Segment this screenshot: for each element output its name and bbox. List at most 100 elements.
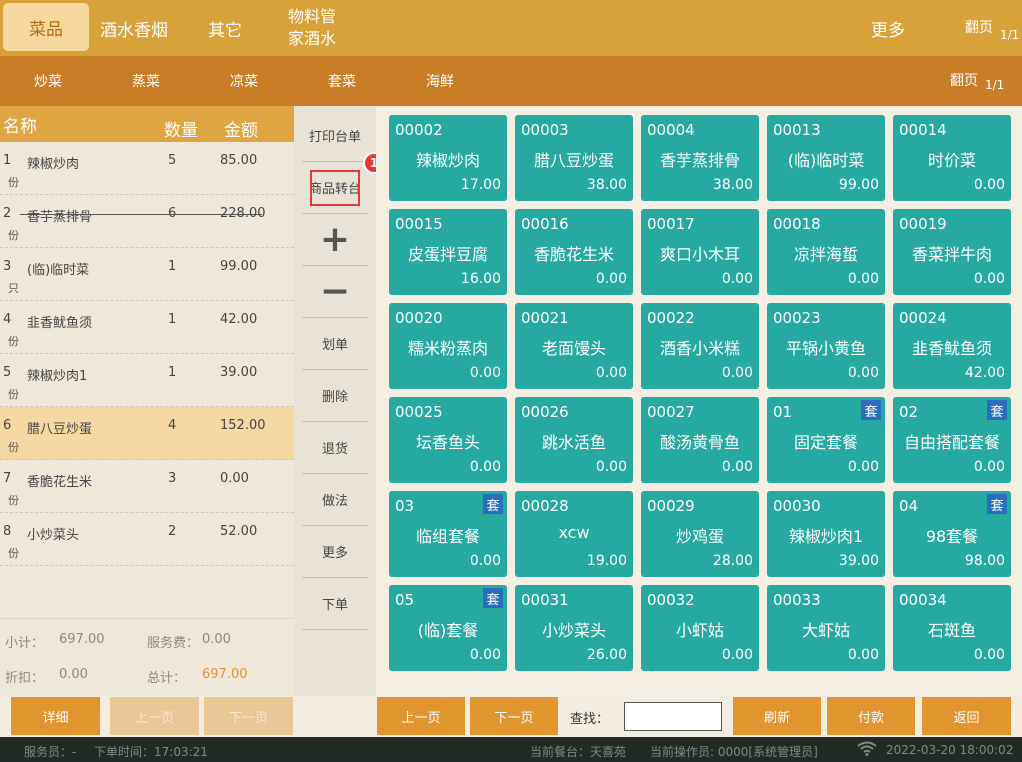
- dish-tile[interactable]: 02 套自由搭配套餐 0.00: [893, 397, 1011, 483]
- subcategory-label: 蒸菜: [132, 74, 160, 90]
- dish-tile[interactable]: 00017 爽口小木耳 0.00: [641, 209, 759, 295]
- button-label: 下一页: [228, 710, 268, 726]
- dish-code: 00013: [773, 121, 821, 139]
- dish-tile[interactable]: 00028 xcw 19.00: [515, 491, 633, 577]
- dish-name: 辣椒炒肉1: [788, 527, 864, 546]
- subcategory-steamed[interactable]: 蒸菜: [111, 56, 181, 106]
- dish-tile[interactable]: 05 套 (临)套餐 0.00: [389, 585, 507, 671]
- category-tab-materials[interactable]: 物料管 家酒水: [288, 0, 348, 56]
- dish-tile[interactable]: 04 套 98套餐 98.00: [893, 491, 1011, 577]
- dish-code: 00033: [773, 591, 821, 609]
- dish-tile[interactable]: 03 套临组套餐 0.00: [389, 491, 507, 577]
- decrease-qty-button[interactable]: −: [302, 266, 368, 318]
- category-tab-dishes[interactable]: 菜品: [3, 3, 89, 51]
- dish-tile[interactable]: 00014 时价菜 0.00: [893, 115, 1011, 201]
- order-row[interactable]: 1 辣椒炒肉 5 85.00 份: [0, 142, 294, 195]
- dish-code: 00027: [647, 403, 695, 421]
- order-next-page-button[interactable]: 下一页: [204, 697, 293, 735]
- dish-tile[interactable]: 00003 腊八豆炒蛋 38.00: [515, 115, 633, 201]
- dish-tile[interactable]: 00023 平锅小黄鱼 0.00: [767, 303, 885, 389]
- dish-tile[interactable]: 00025 坛香鱼头 0.00: [389, 397, 507, 483]
- mark-served-button[interactable]: 划单: [302, 318, 368, 370]
- more-tools-button[interactable]: 更多: [302, 526, 368, 578]
- dish-name: 炒鸡蛋: [675, 527, 724, 546]
- dish-tile[interactable]: 00016 香脆花生米 0.00: [515, 209, 633, 295]
- cooking-method-button[interactable]: 做法: [302, 474, 368, 526]
- top-pager[interactable]: 翻页 1/1: [960, 0, 1022, 56]
- subcategory-set[interactable]: 套菜: [307, 56, 377, 106]
- order-row[interactable]: 3 (临)临时菜 1 99.00 只: [0, 248, 294, 301]
- back-button[interactable]: 返回: [922, 697, 1011, 735]
- row-amount: 39.00: [220, 365, 258, 380]
- sub-pager[interactable]: 翻页 1/1: [945, 56, 1022, 106]
- dish-tile[interactable]: 00029 炒鸡蛋 28.00: [641, 491, 759, 577]
- row-index: 4: [3, 312, 12, 327]
- pay-button[interactable]: 付款: [827, 697, 915, 735]
- row-index: 5: [3, 365, 12, 380]
- dish-name: (临)临时菜: [787, 151, 865, 170]
- dish-name: 石斑鱼: [927, 621, 976, 640]
- pager-value: 1/1: [985, 78, 1005, 92]
- subcategory-seafood[interactable]: 海鲜: [405, 56, 475, 106]
- dish-tile[interactable]: 00033 大虾姑 0.00: [767, 585, 885, 671]
- dish-tile[interactable]: 00034 石斑鱼 0.00: [893, 585, 1011, 671]
- order-prev-page-button[interactable]: 上一页: [110, 697, 199, 735]
- dish-tile[interactable]: 00004 香芋蒸排骨 38.00: [641, 115, 759, 201]
- order-row[interactable]: 7 香脆花生米 3 0.00 份: [0, 460, 294, 513]
- row-unit: 份: [8, 547, 19, 560]
- category-tab-drinks[interactable]: 酒水香烟: [96, 0, 172, 56]
- row-index: 3: [3, 259, 12, 274]
- increase-qty-button[interactable]: +: [302, 214, 368, 266]
- dish-price: 0.00: [721, 459, 753, 475]
- dish-tile[interactable]: 00013 (临)临时菜 99.00: [767, 115, 885, 201]
- subcategory-cold[interactable]: 凉菜: [209, 56, 279, 106]
- search-input[interactable]: [624, 702, 722, 731]
- order-row[interactable]: 6 腊八豆炒蛋 4 152.00 份: [0, 407, 294, 460]
- order-row[interactable]: 8 小炒菜头 2 52.00 份: [0, 513, 294, 566]
- delete-button[interactable]: 删除: [302, 370, 368, 422]
- dish-tile[interactable]: 00027 酸汤黄骨鱼 0.00: [641, 397, 759, 483]
- pager-value: 1/1: [1000, 28, 1020, 42]
- dish-tile[interactable]: 00002 辣椒炒肉 17.00: [389, 115, 507, 201]
- dish-tile[interactable]: 00026 跳水活鱼 0.00: [515, 397, 633, 483]
- row-dish-name: 小炒菜头: [27, 528, 80, 543]
- dish-price: 0.00: [469, 365, 501, 381]
- more-categories-button[interactable]: 更多: [858, 0, 918, 56]
- button-label: 详细: [42, 710, 69, 726]
- dish-tile[interactable]: 00024 韭香鱿鱼须 42.00: [893, 303, 1011, 389]
- dish-tile[interactable]: 00030 辣椒炒肉1 39.00: [767, 491, 885, 577]
- order-row[interactable]: 4 韭香鱿鱼须 1 42.00 份: [0, 301, 294, 354]
- dish-tile[interactable]: 00019 香菜拌牛肉 0.00: [893, 209, 1011, 295]
- dish-tile[interactable]: 00021 老面馒头 0.00: [515, 303, 633, 389]
- category-tab-other[interactable]: 其它: [195, 0, 255, 56]
- refresh-button[interactable]: 刷新: [733, 697, 821, 735]
- dish-tile[interactable]: 00020 糯米粉蒸肉 0.00: [389, 303, 507, 389]
- category-tab-label: 其它: [208, 20, 242, 41]
- tool-label: 更多: [321, 546, 348, 561]
- dish-tile[interactable]: 00031 小炒菜头 26.00: [515, 585, 633, 671]
- dish-next-page-button[interactable]: 下一页: [470, 697, 558, 735]
- order-row[interactable]: 5 辣椒炒肉1 1 39.00 份: [0, 354, 294, 407]
- dish-code: 00021: [521, 309, 569, 327]
- dish-price: 98.00: [964, 553, 1005, 569]
- dish-name: 坛香鱼头: [415, 433, 480, 452]
- dish-tile[interactable]: 01 套固定套餐 0.00: [767, 397, 885, 483]
- order-row[interactable]: 2香芋蒸排骨6228.00份: [0, 195, 294, 248]
- subcategory-stir-fry[interactable]: 炒菜: [13, 56, 83, 106]
- dish-tile[interactable]: 00015 皮蛋拌豆腐 16.00: [389, 209, 507, 295]
- return-item-button[interactable]: 退货: [302, 422, 368, 474]
- dish-price: 19.00: [586, 553, 627, 569]
- dish-tile[interactable]: 00018 凉拌海蜇 0.00: [767, 209, 885, 295]
- transfer-item-button[interactable]: 商品转台: [302, 162, 368, 214]
- dish-prev-page-button[interactable]: 上一页: [377, 697, 465, 735]
- row-dish-name: (临)临时菜: [27, 263, 90, 278]
- dish-price: 0.00: [595, 365, 627, 381]
- dish-tile[interactable]: 00032 小虾姑 0.00: [641, 585, 759, 671]
- dish-tile[interactable]: 00022 酒香小米糕 0.00: [641, 303, 759, 389]
- print-ticket-button[interactable]: 打印台单: [302, 110, 368, 162]
- detail-button[interactable]: 详细: [11, 697, 100, 735]
- subcategory-label: 凉菜: [230, 74, 258, 90]
- place-order-button[interactable]: 下单: [302, 578, 368, 630]
- row-qty: 5: [168, 153, 177, 168]
- row-amount: 0.00: [220, 471, 249, 486]
